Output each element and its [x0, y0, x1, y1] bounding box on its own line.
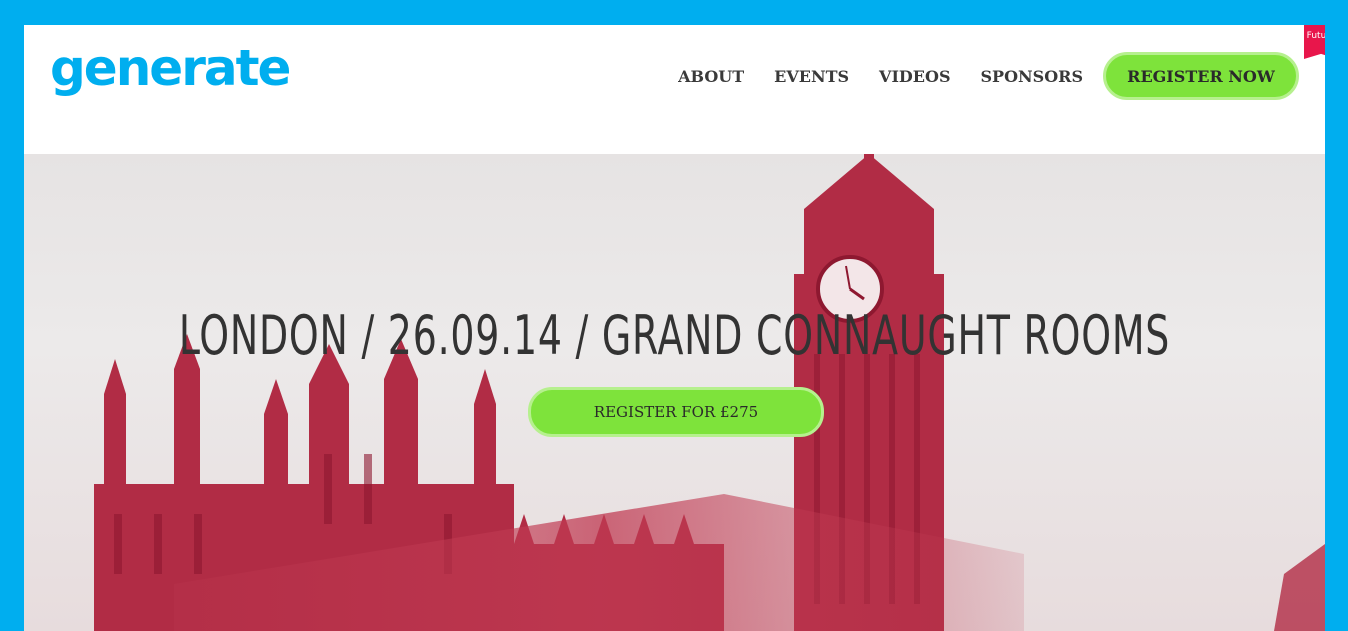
- main-nav: ABOUT EVENTS VIDEOS SPONSORS REGISTER NO…: [648, 52, 1299, 100]
- register-now-button[interactable]: REGISTER NOW: [1103, 52, 1299, 100]
- site-logo[interactable]: generate: [50, 43, 291, 93]
- nav-about[interactable]: ABOUT: [678, 67, 744, 86]
- future-publisher-tag[interactable]: Future: [1304, 25, 1325, 59]
- nav-videos[interactable]: VIDEOS: [879, 67, 950, 86]
- hero-banner: LONDON / 26.09.14 / GRAND CONNAUGHT ROOM…: [24, 154, 1325, 631]
- page-frame: generate ABOUT EVENTS VIDEOS SPONSORS RE…: [24, 25, 1325, 631]
- nav-events[interactable]: EVENTS: [774, 67, 849, 86]
- nav-sponsors[interactable]: SPONSORS: [981, 67, 1084, 86]
- site-header: generate ABOUT EVENTS VIDEOS SPONSORS RE…: [24, 25, 1325, 154]
- register-price-button[interactable]: REGISTER FOR £275: [528, 387, 824, 437]
- hero-title: LONDON / 26.09.14 / GRAND CONNAUGHT ROOM…: [178, 304, 1171, 367]
